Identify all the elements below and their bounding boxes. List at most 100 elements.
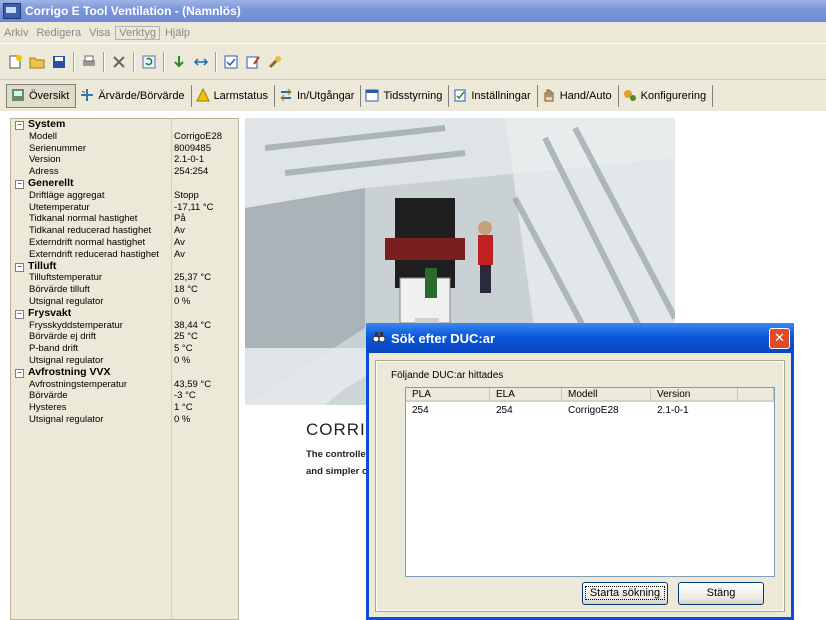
nav-arvarde-borvarde[interactable]: Ärvärde/Börvärde — [76, 84, 192, 107]
nav-installningar[interactable]: Inställningar — [449, 84, 538, 107]
close-button-label: Stäng — [706, 587, 736, 599]
property-value: CorrigoE28 — [174, 130, 223, 142]
property-label: Tilluftstemperatur — [29, 272, 103, 284]
dialog-title: Sök efter DUC:ar — [391, 330, 496, 346]
menu-arkiv[interactable]: Arkiv — [0, 27, 32, 39]
property-label: Avfrostningstemperatur — [29, 378, 128, 390]
column-header-modell[interactable]: Modell — [562, 388, 651, 402]
property-label: Externdrift normal hastighet — [29, 236, 146, 248]
property-label: Utsignal regulator — [29, 295, 104, 307]
cell-version: 2.1-0-1 — [657, 405, 689, 416]
panel-group-header[interactable]: − System — [11, 119, 238, 131]
property-label: Tidkanal normal hastighet — [29, 213, 138, 225]
collapse-toggle-icon[interactable]: − — [15, 309, 24, 319]
group-label: Frysvakt — [28, 306, 72, 319]
dialog-titlebar: Sök efter DUC:ar ✕ — [366, 323, 794, 353]
nav-label: Larmstatus — [213, 89, 268, 102]
nav-oversikt[interactable]: Översikt — [6, 83, 77, 108]
property-value: 5 °C — [174, 343, 193, 355]
nav-in-utgangar[interactable]: In/Utgångar — [275, 84, 362, 107]
nav-label: Översikt — [29, 89, 70, 102]
property-value: Av — [174, 248, 185, 260]
collapse-toggle-icon[interactable]: − — [15, 368, 24, 378]
refresh-icon[interactable] — [140, 53, 158, 71]
column-header-version[interactable]: Version — [651, 388, 738, 402]
panel-row: Driftläge aggregat Stopp — [11, 190, 238, 202]
property-label: Hysteres — [29, 402, 67, 414]
found-label: Följande DUC:ar hittades — [391, 370, 504, 381]
group-label: System — [28, 118, 66, 130]
panel-row: Avfrostningstemperatur 43,59 °C — [11, 379, 238, 391]
property-value: 0 % — [174, 354, 191, 366]
io-icon — [279, 88, 293, 104]
property-value: 25,37 °C — [174, 272, 212, 284]
toolbar-separator — [133, 51, 135, 72]
column-header-ela[interactable]: ELA — [490, 388, 562, 402]
download-icon[interactable] — [170, 53, 188, 71]
toolbar-separator — [215, 51, 217, 72]
panel-row: Utsignal regulator 0 % — [11, 355, 238, 367]
start-search-button[interactable]: Starta sökning — [582, 582, 668, 605]
nav-label: Konfigurering — [640, 89, 707, 102]
column-header-pla[interactable]: PLA — [406, 388, 490, 402]
cell-ela: 254 — [496, 405, 513, 416]
property-value: 25 °C — [174, 331, 198, 343]
delete-icon[interactable] — [110, 53, 128, 71]
calendar-icon — [365, 88, 379, 104]
panel-row: Utetemperatur -17,11 °C — [11, 202, 238, 214]
duc-list[interactable]: PLA ELA Modell Version 254 254 CorrigoE2… — [405, 387, 775, 577]
panel-row: Externdrift reducerad hastighet Av — [11, 249, 238, 261]
open-icon[interactable] — [28, 53, 46, 71]
edit-icon[interactable] — [244, 53, 262, 71]
save-icon[interactable] — [50, 53, 68, 71]
panel-group-header[interactable]: − Generellt — [11, 176, 238, 190]
property-value: -3 °C — [174, 390, 196, 402]
menu-visa[interactable]: Visa — [85, 27, 114, 39]
panel-row: Börvärde tilluft 18 °C — [11, 284, 238, 296]
nav-larmstatus[interactable]: Larmstatus — [192, 84, 275, 107]
panel-row: Utsignal regulator 0 % — [11, 414, 238, 426]
property-label: Börvärde — [29, 390, 68, 402]
property-label: Tidkanal reducerad hastighet — [29, 225, 152, 237]
nav-konfigurering[interactable]: Konfigurering — [619, 84, 714, 107]
collapse-toggle-icon[interactable]: − — [15, 179, 24, 189]
nav-label: Ärvärde/Börvärde — [98, 89, 185, 102]
panel-row: Modell CorrigoE28 — [11, 131, 238, 143]
close-button[interactable]: Stäng — [678, 582, 764, 605]
property-label: Driftläge aggregat — [29, 189, 105, 201]
nav-hand-auto[interactable]: Hand/Auto — [538, 84, 619, 107]
panel-row: Tidkanal normal hastighet På — [11, 213, 238, 225]
menu-redigera[interactable]: Redigera — [32, 27, 85, 39]
property-value: 38,44 °C — [174, 319, 212, 331]
transfer-icon[interactable] — [192, 53, 210, 71]
toolbar-separator — [103, 51, 105, 72]
property-value: Av — [174, 225, 185, 237]
collapse-toggle-icon[interactable]: − — [15, 121, 24, 130]
property-label: P-band drift — [29, 343, 79, 355]
panel-group-header[interactable]: − Frysvakt — [11, 306, 238, 320]
menu-verktyg[interactable]: Verktyg — [115, 25, 160, 40]
collapse-toggle-icon[interactable]: − — [15, 262, 24, 272]
panel-group-header[interactable]: − Avfrostning VVX — [11, 366, 238, 379]
property-value: 0 % — [174, 413, 191, 425]
nav-label: Hand/Auto — [559, 89, 612, 102]
list-item[interactable]: 254 254 CorrigoE28 2.1-0-1 — [406, 404, 774, 417]
panel-group-header[interactable]: − Tilluft — [11, 260, 238, 273]
tools-icon[interactable] — [266, 53, 284, 71]
menu-hjalp[interactable]: Hjälp — [161, 27, 194, 39]
property-value: 8009485 — [174, 142, 211, 154]
property-value: 1 °C — [174, 402, 193, 414]
values-icon — [80, 88, 94, 104]
toolbar — [0, 43, 826, 79]
close-icon[interactable]: ✕ — [769, 328, 790, 349]
nav-tidsstyrning[interactable]: Tidsstyrning — [361, 84, 450, 107]
overview-icon — [11, 88, 25, 104]
property-label: Externdrift reducerad hastighet — [29, 248, 159, 260]
new-icon[interactable] — [6, 53, 24, 71]
print-icon[interactable] — [80, 53, 98, 71]
checkbox-icon[interactable] — [222, 53, 240, 71]
group-label: Generellt — [28, 176, 74, 189]
property-label: Utsignal regulator — [29, 413, 104, 425]
property-value: 2.1-0-1 — [174, 154, 205, 166]
panel-row: Hysteres 1 °C — [11, 402, 238, 414]
